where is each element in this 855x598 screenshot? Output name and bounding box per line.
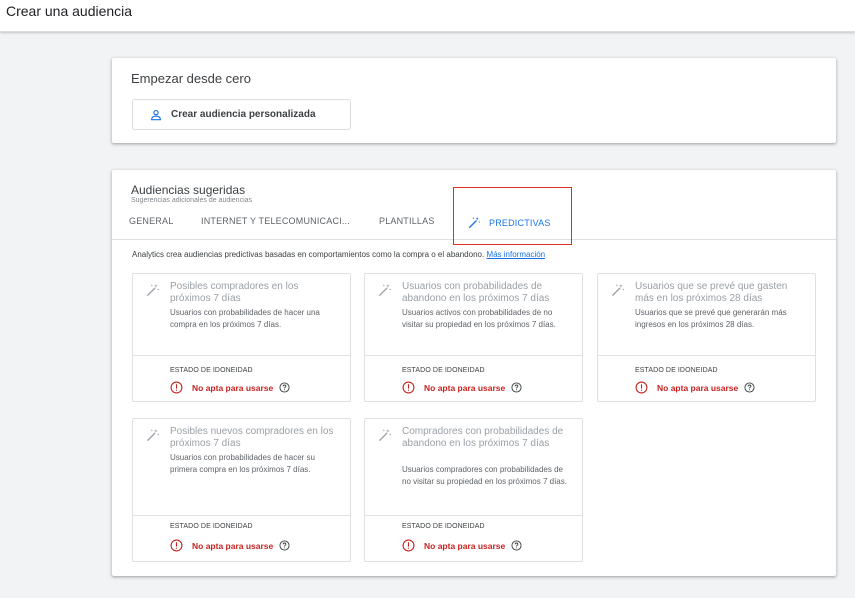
- status-text: No apta para usarse: [657, 382, 739, 393]
- help-icon[interactable]: [511, 540, 522, 551]
- suggested-heading: Audiencias sugeridas: [131, 183, 246, 197]
- audience-card-title: Posibles compradores en los próximos 7 d…: [170, 281, 299, 304]
- audience-card-potential-purchasers[interactable]: Posibles compradores en los próximos 7 d…: [132, 273, 351, 402]
- status-label: ESTADO DE IDONEIDAD: [402, 523, 485, 530]
- audience-card-title: Usuarios que se prevé que gasten más en …: [635, 281, 788, 304]
- tab-plantillas[interactable]: PLANTILLAS: [379, 216, 435, 226]
- magic-wand-icon: [146, 428, 160, 442]
- status-label: ESTADO DE IDONEIDAD: [170, 367, 253, 374]
- audience-card-description: Usuarios que se prevé que generarán más …: [635, 308, 787, 329]
- status-label: ESTADO DE IDONEIDAD: [170, 523, 253, 530]
- status-row: No apta para usarse: [170, 381, 290, 394]
- top-bar: Crear una audiencia: [0, 0, 855, 32]
- create-custom-audience-button[interactable]: Crear audiencia personalizada: [132, 99, 351, 130]
- status-row: No apta para usarse: [402, 539, 522, 552]
- audience-card-description: Usuarios compradores con probabilidades …: [402, 465, 567, 486]
- start-heading: Empezar desde cero: [131, 71, 251, 86]
- audience-card-title: Usuarios con probabilidades de abandono …: [402, 281, 550, 304]
- status-row: No apta para usarse: [402, 381, 522, 394]
- suggested-subheading: Sugerencias adicionales de audiencias: [131, 197, 253, 204]
- help-icon[interactable]: [511, 382, 522, 393]
- more-info-link[interactable]: Más información: [486, 250, 545, 259]
- create-button-label: Crear audiencia personalizada: [171, 109, 316, 120]
- audience-card-first-time-purchasers[interactable]: Posibles nuevos compradores en los próxi…: [132, 418, 351, 562]
- help-icon[interactable]: [744, 382, 755, 393]
- audience-card-description: Usuarios activos con probabilidades de n…: [402, 308, 556, 329]
- tab-general[interactable]: GENERAL: [129, 216, 173, 226]
- help-icon[interactable]: [279, 382, 290, 393]
- predictive-description: Analytics crea audiencias predictivas ba…: [132, 250, 545, 259]
- magic-wand-icon: [378, 283, 392, 297]
- audience-card-title: Compradores con probabilidades de abando…: [402, 426, 564, 449]
- warning-icon: [402, 539, 415, 552]
- audience-card-description: Usuarios con probabilidades de hacer una…: [170, 308, 320, 329]
- status-text: No apta para usarse: [192, 540, 274, 551]
- magic-wand-icon: [146, 283, 160, 297]
- warning-icon: [170, 539, 183, 552]
- help-icon[interactable]: [279, 540, 290, 551]
- magic-wand-icon: [378, 428, 392, 442]
- status-text: No apta para usarse: [424, 382, 506, 393]
- highlight-box: [453, 187, 572, 245]
- status-text: No apta para usarse: [424, 540, 506, 551]
- status-label: ESTADO DE IDONEIDAD: [402, 367, 485, 374]
- page-title: Crear una audiencia: [6, 3, 133, 19]
- person-icon: [149, 108, 163, 122]
- audience-card-title: Posibles nuevos compradores en los próxi…: [170, 426, 334, 449]
- warning-icon: [402, 381, 415, 394]
- warning-icon: [635, 381, 648, 394]
- audience-card-likely-churn[interactable]: Usuarios con probabilidades de abandono …: [364, 273, 583, 402]
- status-row: No apta para usarse: [170, 539, 290, 552]
- suggested-audiences-card: Audiencias sugeridas Sugerencias adicion…: [112, 170, 836, 576]
- status-label: ESTADO DE IDONEIDAD: [635, 367, 718, 374]
- status-row: No apta para usarse: [635, 381, 755, 394]
- audience-card-description: Usuarios con probabilidades de hacer su …: [170, 453, 315, 474]
- audience-card-purchaser-churn[interactable]: Compradores con probabilidades de abando…: [364, 418, 583, 562]
- description-text: Analytics crea audiencias predictivas ba…: [132, 250, 485, 259]
- warning-icon: [170, 381, 183, 394]
- audience-card-predicted-top-spenders[interactable]: Usuarios que se prevé que gasten más en …: [597, 273, 816, 402]
- start-from-scratch-card: Empezar desde cero Crear audiencia perso…: [112, 58, 836, 143]
- magic-wand-icon: [611, 283, 625, 297]
- tab-internet-telecom[interactable]: INTERNET Y TELECOMUNICACI...: [201, 216, 350, 226]
- status-text: No apta para usarse: [192, 382, 274, 393]
